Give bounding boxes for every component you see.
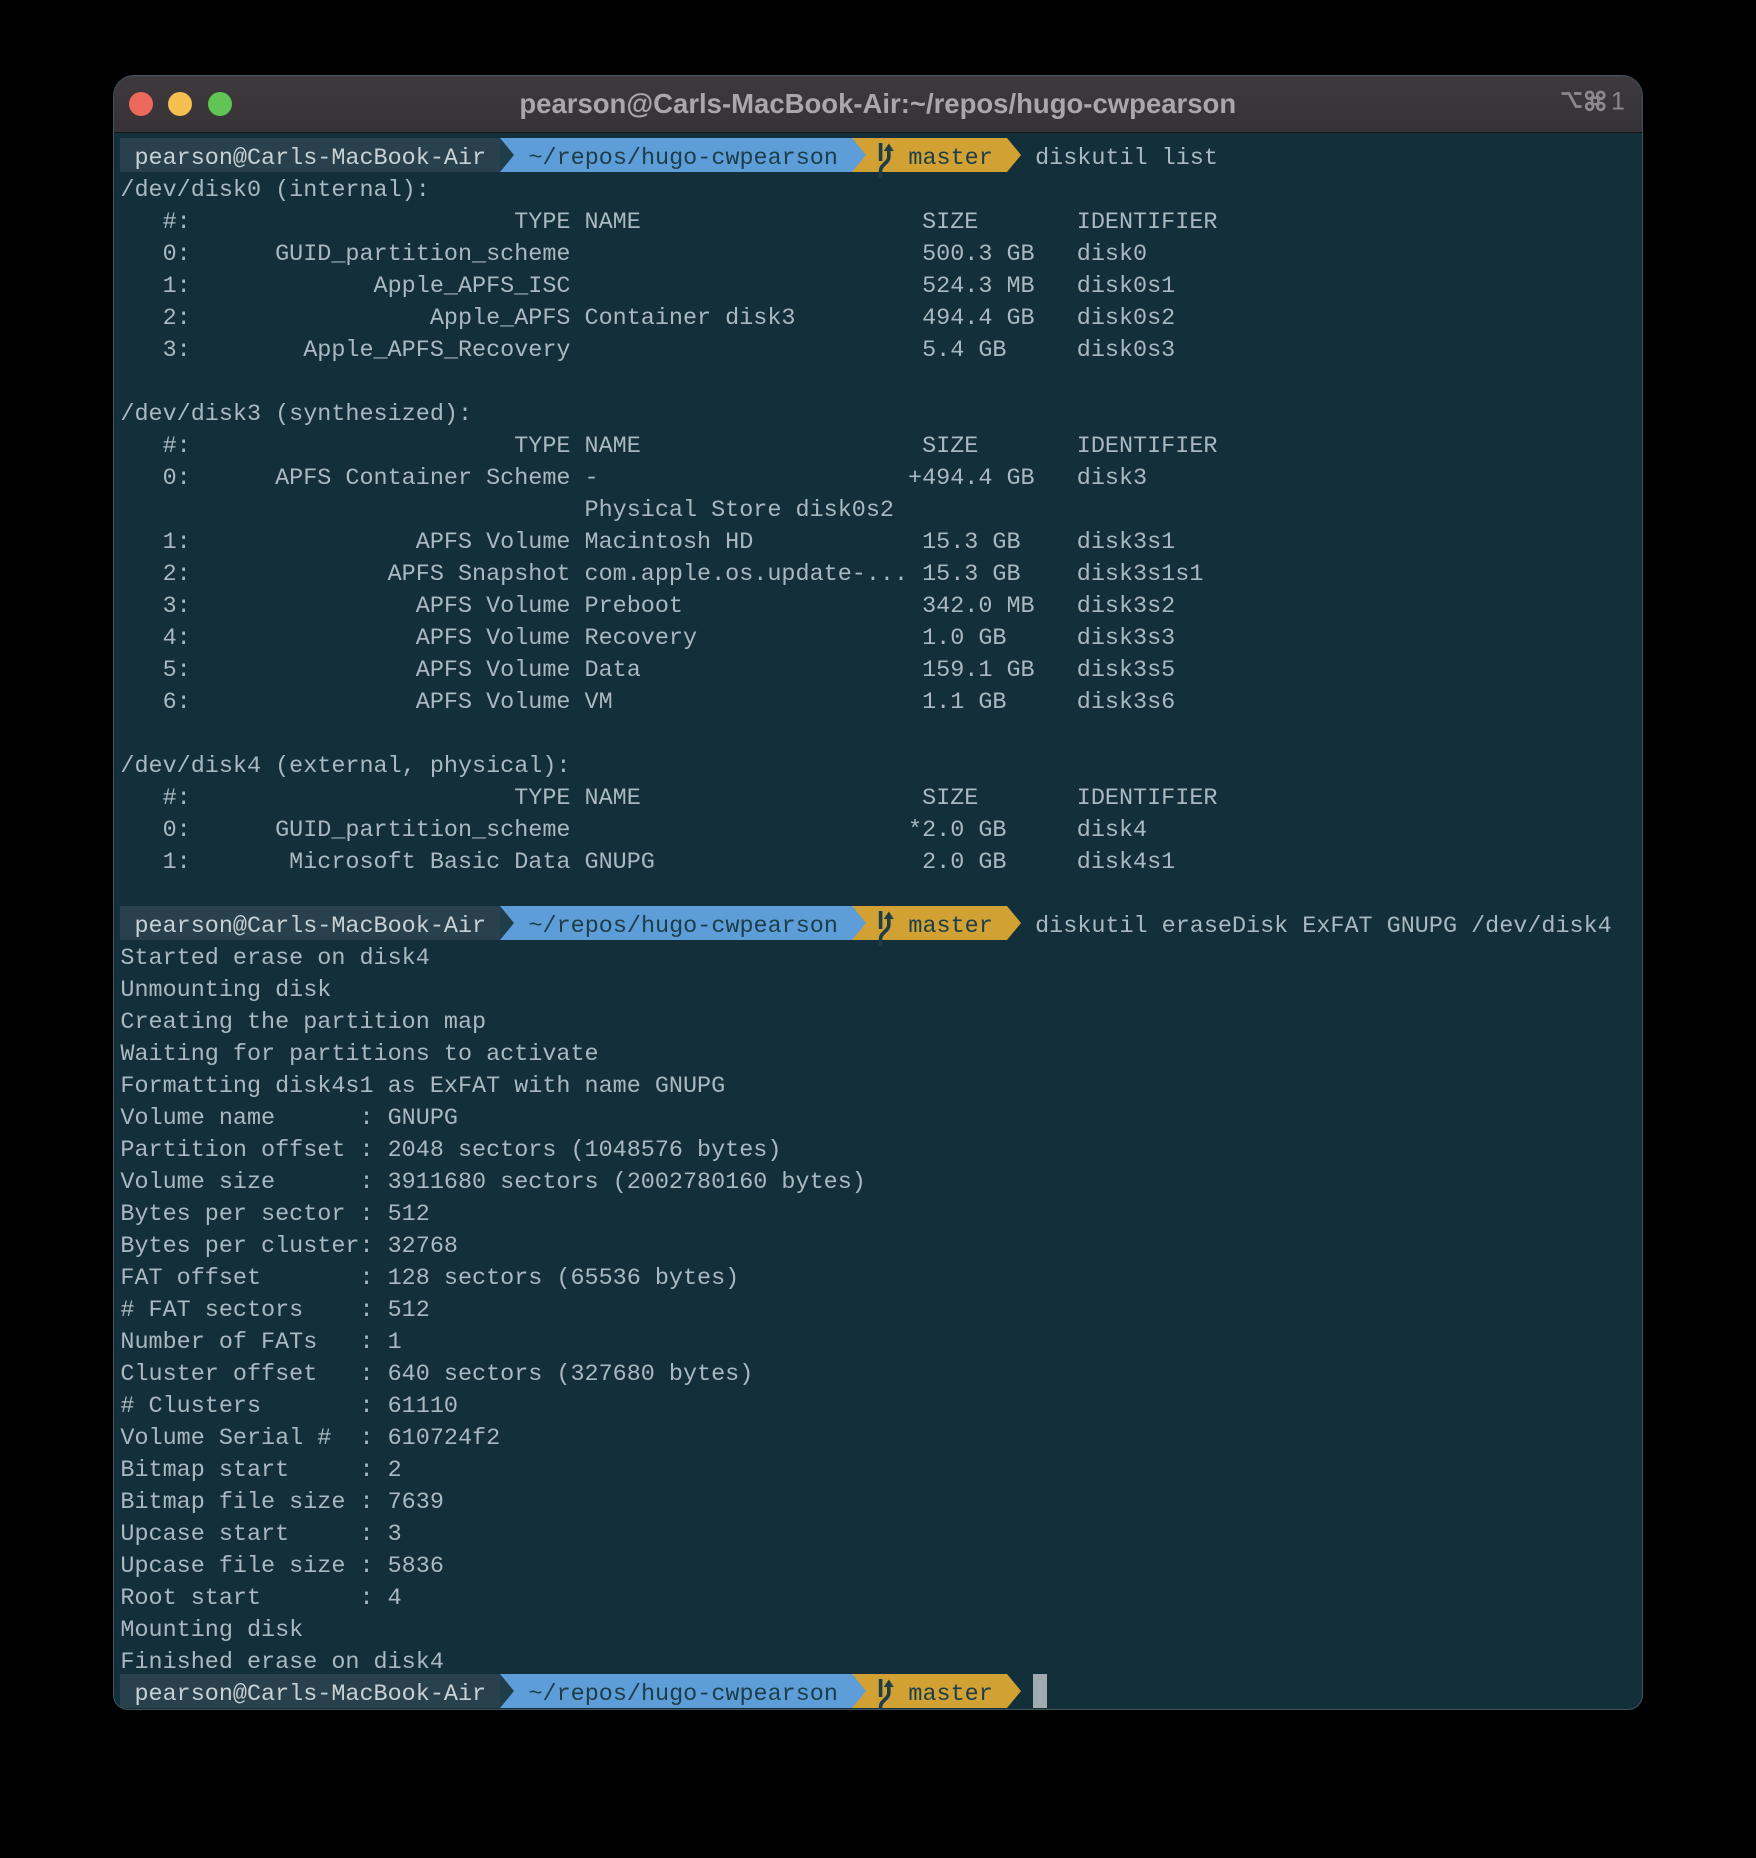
svg-text:1: 1 (1611, 90, 1625, 114)
